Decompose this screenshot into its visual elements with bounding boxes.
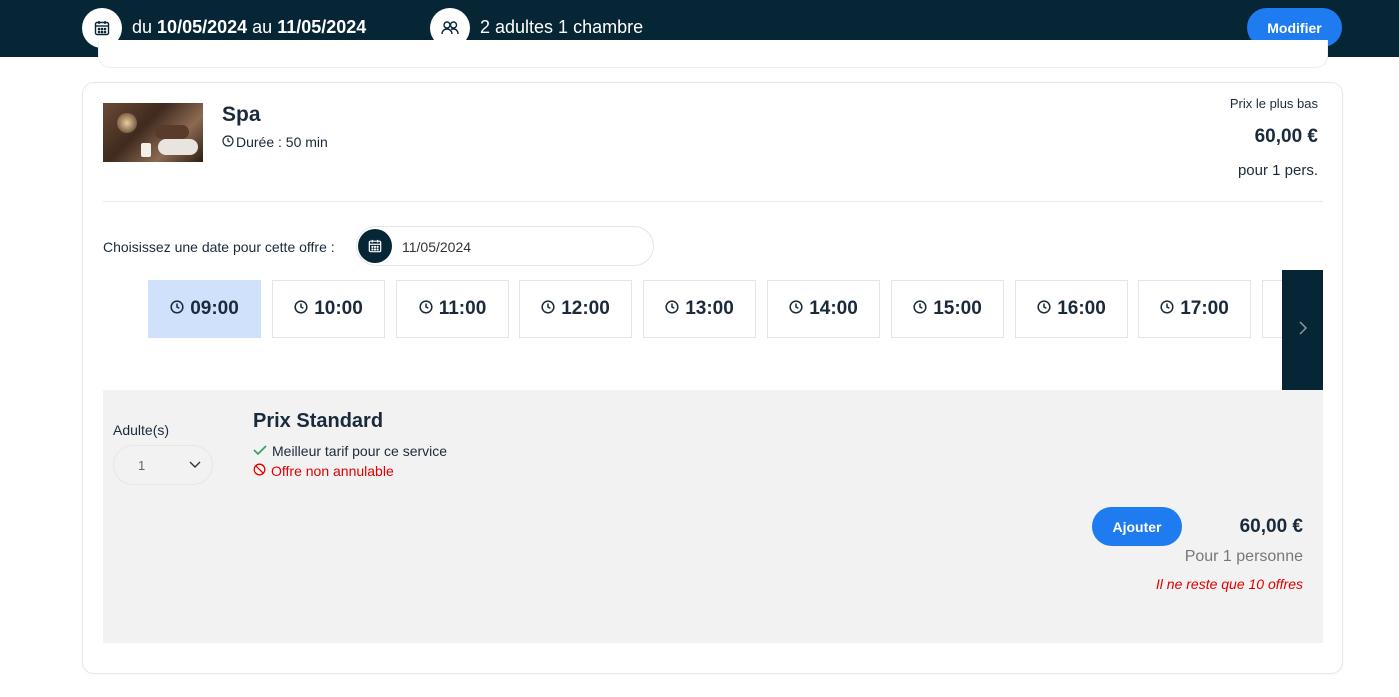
- offer-price: 60,00 €: [1239, 516, 1303, 537]
- date-connector: au: [252, 17, 273, 37]
- clock-icon: [665, 298, 679, 320]
- clock-icon: [1037, 298, 1051, 320]
- chevron-down-icon: [188, 457, 202, 476]
- clock-icon: [419, 298, 433, 320]
- time-slot-label: 13:00: [685, 298, 734, 319]
- service-card: Spa Durée : 50 min Prix le plus bas 60,0…: [82, 82, 1343, 674]
- offer-panel: Adulte(s) 1 Prix Standard Meilleur tarif…: [103, 390, 1323, 643]
- divider: [103, 201, 1323, 202]
- date-picker-value: 11/05/2024: [402, 239, 472, 255]
- time-slot[interactable]: 14:00: [767, 280, 880, 338]
- time-slot[interactable]: 11:00: [396, 280, 509, 338]
- check-icon: [253, 443, 267, 459]
- prohibited-icon: [253, 463, 266, 479]
- adults-value: 1: [138, 458, 146, 473]
- adults-label: Adulte(s): [113, 422, 170, 438]
- date-from: 10/05/2024: [157, 17, 248, 37]
- time-slot-label: 09:00: [190, 298, 239, 319]
- offer-price-per: Pour 1 personne: [1184, 548, 1303, 565]
- adults-select[interactable]: 1: [113, 445, 213, 485]
- feature-best-rate: Meilleur tarif pour ce service: [253, 443, 447, 459]
- time-slot-label: 11:00: [438, 298, 487, 319]
- chevron-right-icon: [1298, 320, 1308, 341]
- lowest-price-per: pour 1 pers.: [1237, 162, 1318, 179]
- time-slot[interactable]: 15:00: [891, 280, 1004, 338]
- lowest-price-label: Prix le plus bas: [1229, 96, 1318, 111]
- service-title: Spa: [222, 103, 261, 126]
- time-slot-label: 12:00: [561, 298, 610, 319]
- time-slot-label: 10:00: [314, 298, 363, 319]
- date-prefix: du: [132, 17, 153, 37]
- next-slots-button[interactable]: [1282, 270, 1323, 390]
- date-to: 11/05/2024: [277, 17, 367, 37]
- add-button[interactable]: Ajouter: [1092, 507, 1182, 546]
- clock-icon: [913, 298, 927, 320]
- feature-best-rate-text: Meilleur tarif pour ce service: [272, 443, 448, 459]
- availability-notice: Il ne reste que 10 offres: [1155, 576, 1303, 592]
- clock-icon: [1160, 298, 1174, 320]
- time-slot[interactable]: 16:00: [1015, 280, 1128, 338]
- calendar-icon: [358, 229, 392, 263]
- time-slot-label: 17:00: [1180, 298, 1229, 319]
- time-slot-label: 16:00: [1057, 298, 1106, 319]
- offer-title: Prix Standard: [253, 410, 384, 432]
- time-slot[interactable]: 09:00: [148, 280, 261, 338]
- time-slot[interactable]: 12:00: [519, 280, 632, 338]
- spa-thumbnail: [103, 103, 203, 162]
- time-slot-label: 15:00: [933, 298, 982, 319]
- duration-text: Durée : 50 min: [236, 134, 328, 150]
- time-slot-label: 14:00: [809, 298, 858, 319]
- date-picker[interactable]: 11/05/2024: [356, 226, 654, 266]
- time-slot[interactable]: 17:00: [1138, 280, 1251, 338]
- clock-icon: [170, 298, 184, 320]
- service-duration: Durée : 50 min: [222, 134, 328, 150]
- date-selection-label: Choisissez une date pour cette offre :: [103, 239, 335, 255]
- time-slot[interactable]: 10:00: [272, 280, 385, 338]
- guest-summary: 2 adultes 1 chambre: [480, 17, 644, 37]
- lowest-price: 60,00 €: [1254, 126, 1318, 147]
- feature-non-refundable: Offre non annulable: [253, 463, 394, 479]
- clock-icon: [789, 298, 803, 320]
- clock-icon: [541, 298, 555, 320]
- clock-icon: [222, 134, 234, 150]
- stay-dates: du 10/05/2024 au 11/05/2024: [132, 17, 366, 38]
- time-slot[interactable]: 13:00: [643, 280, 756, 338]
- time-slot-partial[interactable]: [1262, 280, 1282, 338]
- previous-card-edge: [98, 40, 1328, 68]
- feature-non-refundable-text: Offre non annulable: [271, 463, 394, 479]
- clock-icon: [294, 298, 308, 320]
